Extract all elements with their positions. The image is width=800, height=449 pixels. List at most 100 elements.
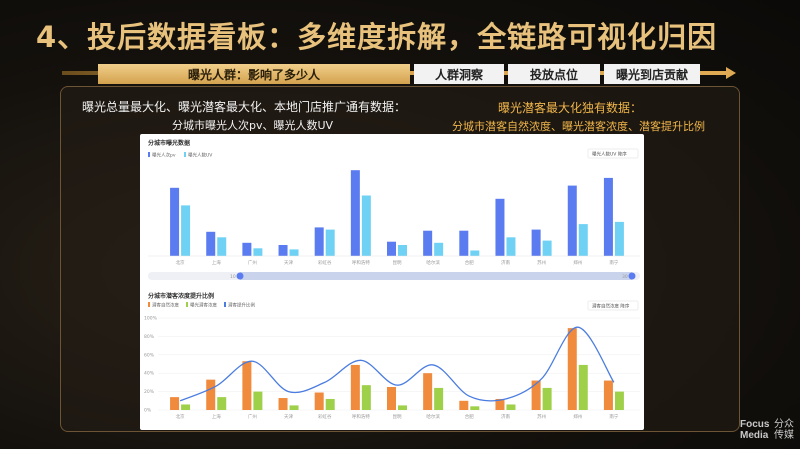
chart1-x-tick: 郑州 <box>573 259 582 266</box>
page-title: 4、投后数据看板：多维度拆解，全链路可视化归因 <box>36 20 718 54</box>
chart2-bar-natural <box>459 400 469 410</box>
chart1-bar-uv <box>217 237 227 256</box>
chart2-bar-exposed <box>253 391 263 410</box>
chart2-bar-exposed <box>361 385 371 410</box>
zoom-slider-start-label: 10 <box>230 274 236 280</box>
legend-natural-label: 潜客自然浓度 <box>152 302 179 309</box>
chart1-bar-uv <box>398 245 407 256</box>
chart2-bar-exposed <box>614 391 624 410</box>
legend-pv-swatch <box>148 152 150 157</box>
chart1-bar-pv <box>170 187 180 256</box>
chart1-x-tick: 哈尔滨 <box>426 259 440 266</box>
chart1-x-tick: 呼和浩特 <box>352 259 370 266</box>
chart1-bar-uv <box>506 237 516 256</box>
legend-exposed-label: 曝光潜客浓度 <box>190 302 217 309</box>
legend-uv-swatch <box>184 152 186 157</box>
legend-lift-label: 潜客提升比例 <box>228 302 255 309</box>
legend-exposed-swatch <box>186 302 188 307</box>
chart1-bar-pv <box>423 230 433 256</box>
chart2-x-tick: 南宁 <box>609 413 618 420</box>
progress-arrow-icon <box>726 67 736 79</box>
chart2-y-tick: 40% <box>144 371 155 377</box>
focus-media-logo: Focus Media 分众 传媒 <box>740 419 796 445</box>
tab-audience-insight[interactable]: 人群洞察 <box>414 64 504 84</box>
chart2-x-tick: 合肥 <box>465 413 474 420</box>
chart2-bar-natural <box>603 380 613 410</box>
chart1-x-tick: 广州 <box>248 259 257 266</box>
chart1-bar-pv <box>459 230 469 256</box>
chart1-bar-uv <box>253 248 263 256</box>
zoom-slider-range[interactable] <box>240 272 632 280</box>
chart2-bar-exposed <box>542 387 552 410</box>
chart2-y-tick: 0% <box>144 408 152 414</box>
chart1-title: 分城市曝光数据 <box>148 139 190 147</box>
zoom-slider-left-handle[interactable] <box>236 272 244 280</box>
chart2-bar-exposed <box>506 404 516 410</box>
left-subheading: 分城市曝光人次pv、曝光人数UV <box>172 119 334 132</box>
chart2-bar-exposed <box>181 404 191 410</box>
legend-pv-label: 曝光人次pv <box>152 152 176 159</box>
chart1-bar-pv <box>495 198 505 256</box>
chart2-x-tick: 昆明 <box>393 414 402 420</box>
logo-text-en-1: Focus <box>740 419 770 430</box>
chart2-bar-natural <box>387 387 396 410</box>
chart2-bar-exposed <box>470 406 480 410</box>
legend-lift-swatch <box>224 302 226 307</box>
dashboard-card: 分城市曝光数据 曝光人次pv 曝光人数UV 曝光人数UV 降序 北京 上海 广州 天津… <box>140 134 644 430</box>
chart1-bar-pv <box>278 245 288 256</box>
chart2-bar-natural <box>567 328 577 410</box>
chart2-bar-exposed <box>325 398 335 410</box>
right-heading: 曝光潜客最大化独有数据： <box>498 101 643 115</box>
tab-placement[interactable]: 投放点位 <box>508 64 600 84</box>
zoom-slider-right-handle[interactable] <box>628 272 636 280</box>
chart1-x-tick: 济南 <box>501 259 510 266</box>
chart2-x-tick: 天津 <box>284 413 293 420</box>
chart1-bar-pv <box>350 170 360 256</box>
legend-natural-swatch <box>148 302 150 307</box>
chart2-x-tick: 上海 <box>212 413 221 420</box>
chart2-x-tick: 济南 <box>501 413 510 420</box>
chart1-bar-uv <box>470 250 480 256</box>
chart2-x-tick: 呼和浩特 <box>352 413 370 420</box>
chart1-x-tick: 上海 <box>212 259 221 266</box>
chart2-bar-natural <box>170 397 180 410</box>
chart1-sort-label: 曝光人数UV 降序 <box>592 151 627 158</box>
chart1-bar-pv <box>531 229 541 256</box>
chart1-x-tick: 昆明 <box>393 260 402 266</box>
chart1-bar-uv <box>181 205 191 256</box>
chart1-bar-uv <box>542 240 552 256</box>
chart1-bar-pv <box>206 231 216 256</box>
legend-uv-label: 曝光人数UV <box>188 152 213 159</box>
chart2-bar-natural <box>314 392 324 410</box>
logo-text-cn-2: 传媒 <box>774 430 794 441</box>
chart1-x-tick: 南宁 <box>609 259 618 266</box>
chart1-x-tick: 北京 <box>176 259 185 266</box>
chart1-bar-pv <box>387 241 396 256</box>
chart2-y-tick: 60% <box>144 352 155 358</box>
chart1-bar-uv <box>289 249 299 256</box>
logo-text-en-2: Media <box>740 430 769 441</box>
chart1-bar-pv <box>567 185 577 256</box>
chart2-bar-natural <box>423 373 433 410</box>
chart1-x-tick: 合肥 <box>465 259 474 266</box>
chart2-y-tick: 80% <box>144 334 155 340</box>
chart2-bar-natural <box>242 361 252 410</box>
chart2-x-tick: 哈尔滨 <box>426 413 440 420</box>
chart1-x-tick: 彩虹谷 <box>318 259 332 266</box>
chart1-bar-uv <box>614 221 624 256</box>
chart2-bar-natural <box>531 380 541 410</box>
tab-exposure-audience[interactable]: 曝光人群：影响了多少人 <box>98 64 410 84</box>
chart1-x-tick: 天津 <box>284 259 293 266</box>
chart2-bar-exposed <box>578 364 588 410</box>
chart2-y-tick: 100% <box>144 316 158 322</box>
tab-store-contribution[interactable]: 曝光到店贡献 <box>604 64 700 84</box>
chart2-bar-exposed <box>434 387 444 410</box>
chart2-bar-natural <box>278 398 288 410</box>
chart2-x-tick: 郑州 <box>573 413 582 420</box>
chart1-bar-pv <box>242 242 252 256</box>
chart2-bar-natural <box>206 379 216 410</box>
chart1-x-tick: 苏州 <box>537 259 546 266</box>
chart2-sort-label: 潜客自然浓度 降序 <box>592 303 630 310</box>
chart2-bar-exposed <box>398 405 407 410</box>
chart1-bar-uv <box>325 229 335 256</box>
